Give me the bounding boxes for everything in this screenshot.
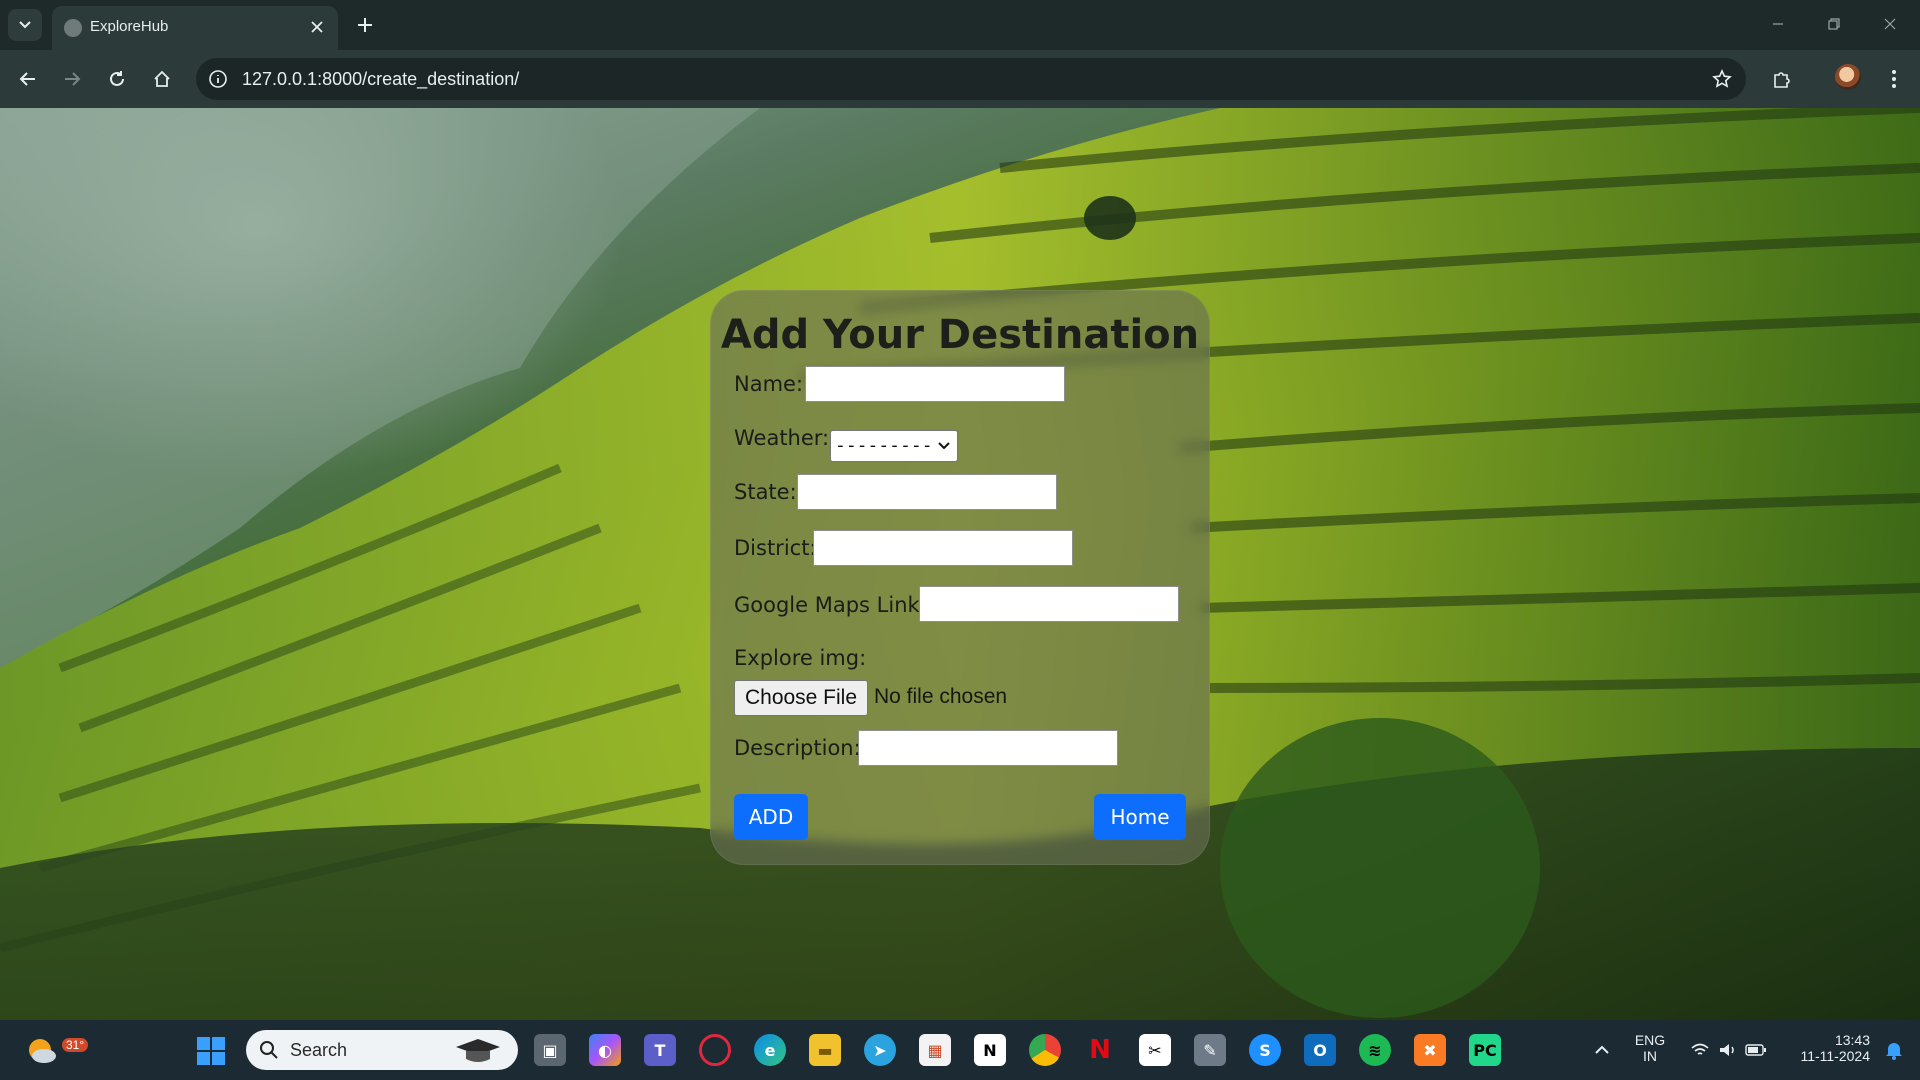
start-button[interactable] [196,1036,226,1066]
outlook-icon[interactable]: O [1304,1034,1336,1066]
state-label: State: [734,480,797,504]
netflix-icon[interactable]: N [1084,1034,1116,1066]
edge-icon[interactable]: e [754,1034,786,1066]
weather-selected-value: --------- [835,435,933,456]
xampp-icon[interactable]: ✖ [1414,1034,1446,1066]
copilot-icon[interactable]: ◐ [589,1034,621,1066]
tab-title: ExploreHub [90,18,169,35]
pycharm-icon[interactable]: PC [1469,1034,1501,1066]
reload-icon [110,71,124,86]
region-code: IN [1643,1048,1657,1064]
language-indicator[interactable]: ENG IN [1630,1032,1670,1064]
close-icon [311,21,323,33]
skype-icon[interactable]: S [1249,1034,1281,1066]
arrow-right-icon [65,72,81,86]
choose-file-button[interactable]: Choose File [734,680,868,716]
restore-icon [1828,18,1840,30]
profile-avatar[interactable] [1835,64,1861,90]
spotify-icon[interactable]: ≋ [1359,1034,1391,1066]
info-icon [209,70,227,88]
name-input[interactable] [805,366,1065,402]
chrome-icon[interactable] [1029,1034,1061,1066]
tab-search-button[interactable] [8,9,42,41]
globe-icon [64,19,82,37]
name-label: Name: [734,372,804,396]
clock-time: 13:43 [1834,1032,1870,1048]
home-icon [154,70,170,87]
notion-icon[interactable]: N [974,1034,1006,1066]
graduation-cap-icon [456,1039,500,1062]
destination-form-card: Add Your Destination Name: Weather: ----… [710,290,1210,865]
active-tab[interactable]: ExploreHub [52,6,338,50]
star-icon [1712,69,1732,88]
add-button[interactable]: ADD [734,794,808,840]
tab-strip: ExploreHub [0,0,1920,50]
chevron-down-icon [935,435,953,457]
windows-icon [197,1037,225,1065]
form-title: Add Your Destination [720,312,1200,358]
maps-link-label: Google Maps Link: [734,593,927,617]
language-code: ENG [1634,1032,1666,1048]
description-label: Description: [734,736,861,760]
page-background: Add Your Destination Name: Weather: ----… [0,108,1920,1020]
microsoft-store-icon[interactable]: ▦ [919,1034,951,1066]
search-placeholder: Search [290,1040,348,1060]
new-tab-button[interactable] [350,10,380,40]
windows-taskbar: 31° Search ▣ ◐ T e ▬ ➤ ▦ N N ✂ ✎ S O ≋ ✖… [0,1020,1920,1080]
close-window-button[interactable] [1870,8,1910,40]
minimize-icon [1773,23,1783,25]
extensions-button[interactable] [1766,63,1798,95]
clock-date: 11-11-2024 [1800,1048,1870,1064]
url-text: 127.0.0.1:8000/create_destination/ [242,69,520,89]
bookmark-button[interactable] [1710,67,1734,91]
snipping-tool-icon[interactable]: ✎ [1194,1034,1226,1066]
maps-link-input[interactable] [919,586,1179,622]
weather-label: Weather: [734,426,830,450]
explore-img-label: Explore img: [734,646,867,670]
browser-toolbar: 127.0.0.1:8000/create_destination/ [0,50,1920,108]
chevron-down-icon [19,21,31,29]
weather-select[interactable]: --------- [830,430,958,462]
weather-widget[interactable]: 31° [24,1030,89,1070]
clock[interactable]: 13:43 11-11-2024 [1782,1032,1870,1064]
description-input[interactable] [858,730,1118,766]
telegram-icon[interactable]: ➤ [864,1034,896,1066]
close-icon [1884,18,1896,30]
back-button[interactable] [12,63,44,95]
minimize-button[interactable] [1758,8,1798,40]
chevron-up-icon[interactable] [1586,1034,1618,1066]
restore-button[interactable] [1814,8,1854,40]
weather-sun-icon [29,1039,56,1063]
file-explorer-icon[interactable]: ▬ [809,1034,841,1066]
reload-button[interactable] [101,63,133,95]
arrow-left-icon [19,72,35,86]
task-view-icon[interactable]: ▣ [534,1034,566,1066]
teams-icon[interactable]: T [644,1034,676,1066]
district-input[interactable] [813,530,1073,566]
capcut-icon[interactable]: ✂ [1139,1034,1171,1066]
taskbar-search[interactable]: Search [246,1030,518,1070]
weather-temperature: 31° [62,1038,89,1052]
puzzle-icon [1774,72,1790,88]
file-status: No file chosen [874,685,1008,708]
search-icon [258,1039,280,1061]
more-vertical-icon [1892,70,1896,88]
site-info-button[interactable] [206,67,230,91]
notification-bell-icon[interactable] [1878,1034,1910,1066]
home-button[interactable] [146,63,178,95]
state-input[interactable] [797,474,1057,510]
close-tab-button[interactable] [306,16,328,38]
district-label: District: [734,536,817,560]
home-nav-button[interactable]: Home [1094,794,1186,840]
address-bar[interactable]: 127.0.0.1:8000/create_destination/ [196,58,1746,100]
menu-button[interactable] [1878,63,1910,95]
forward-button[interactable] [56,63,88,95]
plus-icon [358,18,372,32]
opera-icon[interactable] [699,1034,731,1066]
battery-icon[interactable] [1740,1034,1772,1066]
